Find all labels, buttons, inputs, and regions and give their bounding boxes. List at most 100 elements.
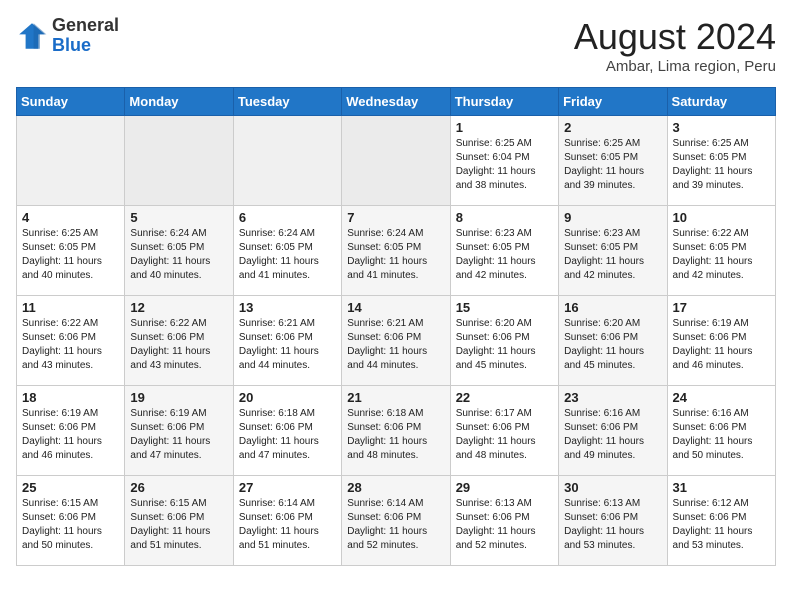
day-info: Sunrise: 6:18 AMSunset: 6:06 PMDaylight:…: [347, 407, 444, 463]
day-number: 12: [130, 300, 227, 315]
day-info: Sunrise: 6:12 AMSunset: 6:06 PMDaylight:…: [673, 497, 770, 553]
location: Ambar, Lima region, Peru: [574, 58, 776, 75]
day-number: 16: [564, 300, 661, 315]
day-info: Sunrise: 6:25 AMSunset: 6:05 PMDaylight:…: [673, 137, 770, 193]
day-number: 15: [456, 300, 553, 315]
weekday-header: Sunday: [17, 88, 125, 116]
day-number: 7: [347, 210, 444, 225]
day-info: Sunrise: 6:24 AMSunset: 6:05 PMDaylight:…: [130, 227, 227, 283]
logo-general: General: [52, 15, 119, 35]
day-info: Sunrise: 6:21 AMSunset: 6:06 PMDaylight:…: [239, 317, 336, 373]
calendar-cell: 31Sunrise: 6:12 AMSunset: 6:06 PMDayligh…: [667, 476, 775, 566]
calendar-week-row: 4Sunrise: 6:25 AMSunset: 6:05 PMDaylight…: [17, 206, 776, 296]
day-number: 25: [22, 480, 119, 495]
day-info: Sunrise: 6:21 AMSunset: 6:06 PMDaylight:…: [347, 317, 444, 373]
day-info: Sunrise: 6:25 AMSunset: 6:05 PMDaylight:…: [564, 137, 661, 193]
day-info: Sunrise: 6:19 AMSunset: 6:06 PMDaylight:…: [22, 407, 119, 463]
day-number: 28: [347, 480, 444, 495]
weekday-header: Friday: [559, 88, 667, 116]
calendar-cell: 1 Sunrise: 6:25 AMSunset: 6:04 PMDaylight…: [450, 116, 558, 206]
calendar-cell: 28 Sunrise: 6:14 AMSunset: 6:06 PMDayligh…: [342, 476, 450, 566]
day-info: Sunrise: 6:13 AMSunset: 6:06 PMDaylight:…: [564, 497, 661, 553]
month-title: August 2024: [574, 16, 776, 58]
calendar-cell: 4Sunrise: 6:25 AMSunset: 6:05 PMDaylight…: [17, 206, 125, 296]
day-info: Sunrise: 6:15 AMSunset: 6:06 PMDaylight:…: [130, 497, 227, 553]
calendar-cell: 17 Sunrise: 6:19 AMSunset: 6:06 PMDayligh…: [667, 296, 775, 386]
day-number: 10: [673, 210, 770, 225]
calendar-cell: 5Sunrise: 6:24 AMSunset: 6:05 PMDaylight…: [125, 206, 233, 296]
day-number: 6: [239, 210, 336, 225]
day-info: Sunrise: 6:23 AMSunset: 6:05 PMDaylight:…: [456, 227, 553, 283]
day-number: 3: [673, 120, 770, 135]
day-number: 21: [347, 390, 444, 405]
day-number: 19: [130, 390, 227, 405]
day-number: 24: [673, 390, 770, 405]
calendar-cell: 18 Sunrise: 6:19 AMSunset: 6:06 PMDayligh…: [17, 386, 125, 476]
calendar-cell: 23 Sunrise: 6:16 AMSunset: 6:06 PMDayligh…: [559, 386, 667, 476]
calendar-cell: 21 Sunrise: 6:18 AMSunset: 6:06 PMDayligh…: [342, 386, 450, 476]
logo-blue: Blue: [52, 35, 91, 55]
calendar-week-row: 11 Sunrise: 6:22 AMSunset: 6:06 PMDayligh…: [17, 296, 776, 386]
calendar-cell: [17, 116, 125, 206]
calendar-week-row: 18 Sunrise: 6:19 AMSunset: 6:06 PMDayligh…: [17, 386, 776, 476]
day-number: 11: [22, 300, 119, 315]
day-number: 14: [347, 300, 444, 315]
day-info: Sunrise: 6:22 AMSunset: 6:05 PMDaylight:…: [673, 227, 770, 283]
calendar-cell: 24 Sunrise: 6:16 AMSunset: 6:06 PMDayligh…: [667, 386, 775, 476]
calendar-cell: 30Sunrise: 6:13 AMSunset: 6:06 PMDayligh…: [559, 476, 667, 566]
weekday-header-row: SundayMondayTuesdayWednesdayThursdayFrid…: [17, 88, 776, 116]
day-number: 8: [456, 210, 553, 225]
day-info: Sunrise: 6:14 AMSunset: 6:06 PMDaylight:…: [347, 497, 444, 553]
calendar-cell: 22Sunrise: 6:17 AMSunset: 6:06 PMDayligh…: [450, 386, 558, 476]
day-info: Sunrise: 6:16 AMSunset: 6:06 PMDaylight:…: [564, 407, 661, 463]
calendar-cell: 16Sunrise: 6:20 AMSunset: 6:06 PMDayligh…: [559, 296, 667, 386]
weekday-header: Saturday: [667, 88, 775, 116]
calendar-cell: 12 Sunrise: 6:22 AMSunset: 6:06 PMDayligh…: [125, 296, 233, 386]
weekday-header: Monday: [125, 88, 233, 116]
calendar-week-row: 25 Sunrise: 6:15 AMSunset: 6:06 PMDayligh…: [17, 476, 776, 566]
logo-text: General Blue: [52, 16, 119, 56]
day-number: 29: [456, 480, 553, 495]
calendar-cell: 10 Sunrise: 6:22 AMSunset: 6:05 PMDayligh…: [667, 206, 775, 296]
calendar-cell: 3 Sunrise: 6:25 AMSunset: 6:05 PMDaylight…: [667, 116, 775, 206]
calendar-cell: 13 Sunrise: 6:21 AMSunset: 6:06 PMDayligh…: [233, 296, 341, 386]
calendar-cell: 9Sunrise: 6:23 AMSunset: 6:05 PMDaylight…: [559, 206, 667, 296]
day-number: 4: [22, 210, 119, 225]
day-info: Sunrise: 6:16 AMSunset: 6:06 PMDaylight:…: [673, 407, 770, 463]
day-number: 23: [564, 390, 661, 405]
weekday-header: Wednesday: [342, 88, 450, 116]
day-number: 27: [239, 480, 336, 495]
day-info: Sunrise: 6:13 AMSunset: 6:06 PMDaylight:…: [456, 497, 553, 553]
calendar-cell: 7Sunrise: 6:24 AMSunset: 6:05 PMDaylight…: [342, 206, 450, 296]
calendar-cell: 8 Sunrise: 6:23 AMSunset: 6:05 PMDaylight…: [450, 206, 558, 296]
day-info: Sunrise: 6:22 AMSunset: 6:06 PMDaylight:…: [130, 317, 227, 373]
day-info: Sunrise: 6:18 AMSunset: 6:06 PMDaylight:…: [239, 407, 336, 463]
day-info: Sunrise: 6:25 AMSunset: 6:04 PMDaylight:…: [456, 137, 553, 193]
day-info: Sunrise: 6:19 AMSunset: 6:06 PMDaylight:…: [673, 317, 770, 373]
day-number: 17: [673, 300, 770, 315]
calendar-cell: 25 Sunrise: 6:15 AMSunset: 6:06 PMDayligh…: [17, 476, 125, 566]
day-number: 20: [239, 390, 336, 405]
weekday-header: Tuesday: [233, 88, 341, 116]
day-number: 2: [564, 120, 661, 135]
calendar-cell: 20 Sunrise: 6:18 AMSunset: 6:06 PMDayligh…: [233, 386, 341, 476]
calendar-cell: 6 Sunrise: 6:24 AMSunset: 6:05 PMDaylight…: [233, 206, 341, 296]
day-number: 22: [456, 390, 553, 405]
calendar-cell: 15Sunrise: 6:20 AMSunset: 6:06 PMDayligh…: [450, 296, 558, 386]
calendar-cell: [342, 116, 450, 206]
day-number: 1: [456, 120, 553, 135]
calendar-cell: 14 Sunrise: 6:21 AMSunset: 6:06 PMDayligh…: [342, 296, 450, 386]
title-block: August 2024 Ambar, Lima region, Peru: [574, 16, 776, 75]
day-info: Sunrise: 6:24 AMSunset: 6:05 PMDaylight:…: [239, 227, 336, 283]
day-info: Sunrise: 6:19 AMSunset: 6:06 PMDaylight:…: [130, 407, 227, 463]
logo-icon: [16, 20, 48, 52]
calendar-cell: 19 Sunrise: 6:19 AMSunset: 6:06 PMDayligh…: [125, 386, 233, 476]
day-info: Sunrise: 6:15 AMSunset: 6:06 PMDaylight:…: [22, 497, 119, 553]
day-number: 9: [564, 210, 661, 225]
calendar-cell: 26Sunrise: 6:15 AMSunset: 6:06 PMDayligh…: [125, 476, 233, 566]
day-info: Sunrise: 6:14 AMSunset: 6:06 PMDaylight:…: [239, 497, 336, 553]
day-number: 13: [239, 300, 336, 315]
day-number: 18: [22, 390, 119, 405]
calendar-cell: [233, 116, 341, 206]
calendar-cell: [125, 116, 233, 206]
